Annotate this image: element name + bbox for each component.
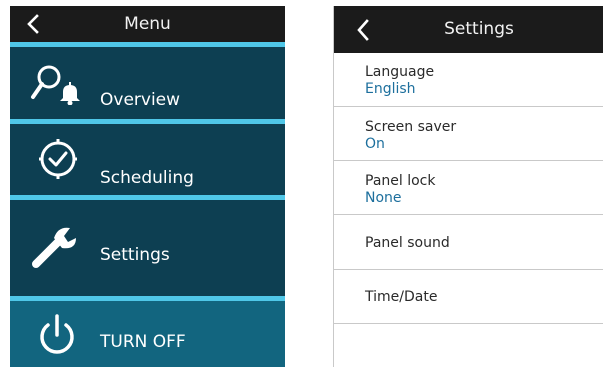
turn-off-button[interactable]: TURN OFF [10,301,285,367]
wrench-icon [32,227,76,268]
menu-item-settings[interactable]: Settings [10,200,285,296]
menu-screen: Menu Overview Scheduling Settings TURN O… [10,6,285,367]
row-value: On [365,136,385,152]
settings-row-screen-saver[interactable]: Screen saver On [334,107,603,161]
settings-header: Settings [334,6,603,53]
menu-title: Menu [124,14,171,34]
menu-item-label: TURN OFF [100,332,186,352]
menu-header: Menu [10,6,285,42]
menu-item-label: Settings [100,245,170,265]
row-value: None [365,190,402,206]
settings-row-language[interactable]: Language English [334,53,603,107]
row-label: Time/Date [365,289,438,305]
clock-icon [39,139,77,179]
row-label: Screen saver [365,119,457,135]
settings-row-panel-lock[interactable]: Panel lock None [334,161,603,215]
menu-item-label: Scheduling [100,168,194,188]
row-label: Language [365,64,435,80]
row-label: Panel sound [365,235,450,251]
power-icon [40,314,74,354]
menu-item-scheduling[interactable]: Scheduling [10,124,285,195]
row-label: Panel lock [365,173,436,189]
row-value: English [365,81,416,97]
settings-screen: Settings Language English Screen saver O… [333,6,603,367]
menu-item-label: Overview [100,90,181,110]
settings-title: Settings [444,19,514,39]
menu-item-overview[interactable]: Overview [10,47,285,119]
search-bell-icon [31,65,80,105]
settings-row-panel-sound[interactable]: Panel sound [334,215,603,270]
settings-row-time-date[interactable]: Time/Date [334,270,603,324]
